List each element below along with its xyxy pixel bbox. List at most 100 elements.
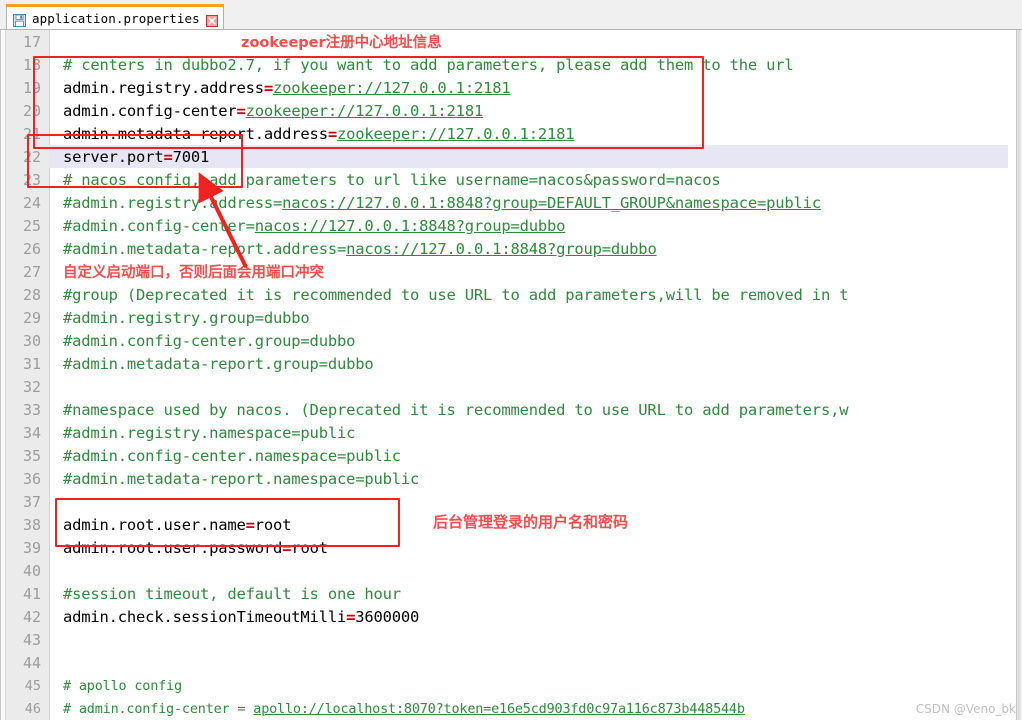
property-value: root — [291, 538, 328, 557]
assignment-operator: = — [163, 147, 173, 166]
comment-text: # centers in dubbo2.7, if you want to ad… — [63, 55, 794, 74]
code-line-41[interactable]: 41 #session timeout, default is one hour — [1, 582, 1022, 605]
line-number: 20 — [22, 101, 41, 120]
line-number: 26 — [22, 239, 41, 258]
line-content — [49, 631, 72, 649]
line-number: 33 — [22, 400, 41, 419]
inline-annotation: zookeeper注册中心地址信息 — [241, 35, 442, 51]
code-lines-container[interactable]: 17 zookeeper注册中心地址信息 18 # centers in dubbo2… — [1, 30, 1022, 720]
line-content: #session timeout, default is one hour — [49, 585, 401, 603]
line-number: 23 — [22, 170, 41, 189]
tab-application-properties[interactable]: application.properties — [6, 4, 224, 29]
inline-annotation: 自定义启动端口，否则后面会用端口冲突 — [63, 265, 324, 281]
comment-text: #admin.config-center.group=dubbo — [63, 331, 356, 350]
line-number: 27 — [22, 262, 41, 281]
assignment-operator: = — [263, 78, 274, 97]
comment-text: #admin.config-center.namespace=public — [63, 446, 401, 465]
code-line-42[interactable]: 42 admin.check.sessionTimeoutMilli=360000… — [1, 605, 1022, 628]
line-content: 自定义启动端口，否则后面会用端口冲突 — [49, 261, 324, 282]
assignment-operator: = — [245, 515, 255, 534]
code-editor[interactable]: 17 zookeeper注册中心地址信息 18 # centers in dubbo2… — [0, 30, 1022, 720]
line-content: #admin.config-center=nacos://127.0.0.1:8… — [49, 217, 565, 235]
code-line-45[interactable]: 45 # apollo config — [1, 674, 1022, 697]
code-line-20[interactable]: 20 admin.config-center=zookeeper://127.0.… — [1, 99, 1022, 122]
line-content: #admin.metadata-report.group=dubbo — [49, 355, 374, 373]
line-number: 42 — [22, 607, 41, 626]
vertical-scrollbar[interactable] — [1008, 30, 1022, 720]
code-line-23[interactable]: 23 # nacos config, add parameters to url … — [1, 168, 1022, 191]
code-line-31[interactable]: 31 #admin.metadata-report.group=dubbo — [1, 352, 1022, 375]
code-line-35[interactable]: 35 #admin.config-center.namespace=public — [1, 444, 1022, 467]
line-number: 21 — [22, 124, 41, 143]
code-line-26[interactable]: 26 #admin.metadata-report.address=nacos:/… — [1, 237, 1022, 260]
comment-text: #admin.registry.namespace=public — [63, 423, 356, 442]
code-line-37[interactable]: 37 — [1, 490, 1022, 513]
property-key: server.port — [63, 147, 164, 166]
close-icon[interactable] — [205, 12, 218, 27]
line-number: 37 — [22, 492, 41, 511]
property-key: admin.check.sessionTimeoutMilli — [63, 607, 347, 626]
line-number: 22 — [22, 147, 41, 166]
code-line-21[interactable]: 21 admin.metadata-report.address=zookeepe… — [1, 122, 1022, 145]
comment-text: #admin.metadata-report.namespace=public — [63, 469, 420, 488]
line-number: 40 — [22, 561, 41, 580]
line-content: #admin.registry.namespace=public — [49, 424, 355, 442]
code-line-40[interactable]: 40 — [1, 559, 1022, 582]
line-content — [49, 654, 72, 672]
assignment-operator: = — [236, 101, 246, 120]
code-line-34[interactable]: 34 #admin.registry.namespace=public — [1, 421, 1022, 444]
code-line-18[interactable]: 18 # centers in dubbo2.7, if you want to … — [1, 53, 1022, 76]
property-key: admin.config-center — [63, 101, 237, 120]
tab-bar-empty-area — [224, 0, 1022, 29]
property-key: admin.metadata-report.address — [63, 124, 328, 143]
code-line-17[interactable]: 17 zookeeper注册中心地址信息 — [1, 30, 1022, 53]
code-line-32[interactable]: 32 — [1, 375, 1022, 398]
comment-prefix: #admin.registry.address= — [63, 193, 283, 212]
line-number: 43 — [22, 630, 41, 649]
property-key: admin.root.user.name — [63, 515, 246, 534]
line-number: 28 — [22, 285, 41, 304]
code-line-25[interactable]: 25 #admin.config-center=nacos://127.0.0.1… — [1, 214, 1022, 237]
line-number: 18 — [22, 55, 41, 74]
code-line-27[interactable]: 27 自定义启动端口，否则后面会用端口冲突 — [1, 260, 1022, 283]
comment-url: apollo://localhost:8070?token=e16e5cd903… — [253, 700, 745, 717]
line-number: 30 — [22, 331, 41, 350]
comment-prefix: # admin.config-center = — [63, 700, 254, 717]
comment-url: nacos://127.0.0.1:8848?group=dubbo — [346, 239, 657, 258]
line-number: 34 — [22, 423, 41, 442]
assignment-operator: = — [327, 124, 337, 143]
line-content: admin.root.user.name=root — [49, 515, 292, 534]
code-line-19[interactable]: 19 admin.registry.address=zookeeper://127… — [1, 76, 1022, 99]
property-value: 7001 — [172, 147, 210, 166]
code-line-36[interactable]: 36 #admin.metadata-report.namespace=publi… — [1, 467, 1022, 490]
line-content: #namespace used by nacos. (Deprecated it… — [49, 401, 849, 419]
code-line-24[interactable]: 24 #admin.registry.address=nacos://127.0.… — [1, 191, 1022, 214]
code-line-29[interactable]: 29 #admin.registry.group=dubbo — [1, 306, 1022, 329]
line-content: #admin.metadata-report.namespace=public — [49, 470, 419, 488]
line-content: #admin.registry.address=nacos://127.0.0.… — [49, 194, 821, 212]
property-value: root — [254, 515, 292, 534]
line-number: 31 — [22, 354, 41, 373]
comment-text: # nacos config, add parameters to url li… — [63, 170, 721, 189]
line-content — [49, 493, 72, 511]
line-content: admin.registry.address=zookeeper://127.0… — [49, 78, 511, 97]
line-number: 32 — [22, 377, 41, 396]
code-line-46[interactable]: 46 # admin.config-center = apollo://local… — [1, 697, 1022, 720]
code-line-39[interactable]: 39 admin.root.user.password=root — [1, 536, 1022, 559]
line-number: 36 — [22, 469, 41, 488]
code-line-43[interactable]: 43 — [1, 628, 1022, 651]
property-value: zookeeper://127.0.0.1:2181 — [245, 101, 484, 120]
line-content: admin.metadata-report.address=zookeeper:… — [49, 124, 575, 143]
code-line-22[interactable]: 22 server.port=7001 — [1, 145, 1022, 168]
code-line-28[interactable]: 28 #group (Deprecated it is recommended t… — [1, 283, 1022, 306]
code-line-33[interactable]: 33 #namespace used by nacos. (Deprecated … — [1, 398, 1022, 421]
code-line-38[interactable]: 38 admin.root.user.name=root — [1, 513, 1022, 536]
line-content: admin.check.sessionTimeoutMilli=3600000 — [49, 608, 419, 626]
line-content — [49, 378, 72, 396]
comment-prefix: #admin.metadata-report.address= — [63, 239, 347, 258]
code-line-44[interactable]: 44 — [1, 651, 1022, 674]
code-line-30[interactable]: 30 #admin.config-center.group=dubbo — [1, 329, 1022, 352]
line-content: #admin.registry.group=dubbo — [49, 309, 310, 327]
line-number: 45 — [24, 677, 41, 694]
assignment-operator: = — [346, 607, 356, 626]
